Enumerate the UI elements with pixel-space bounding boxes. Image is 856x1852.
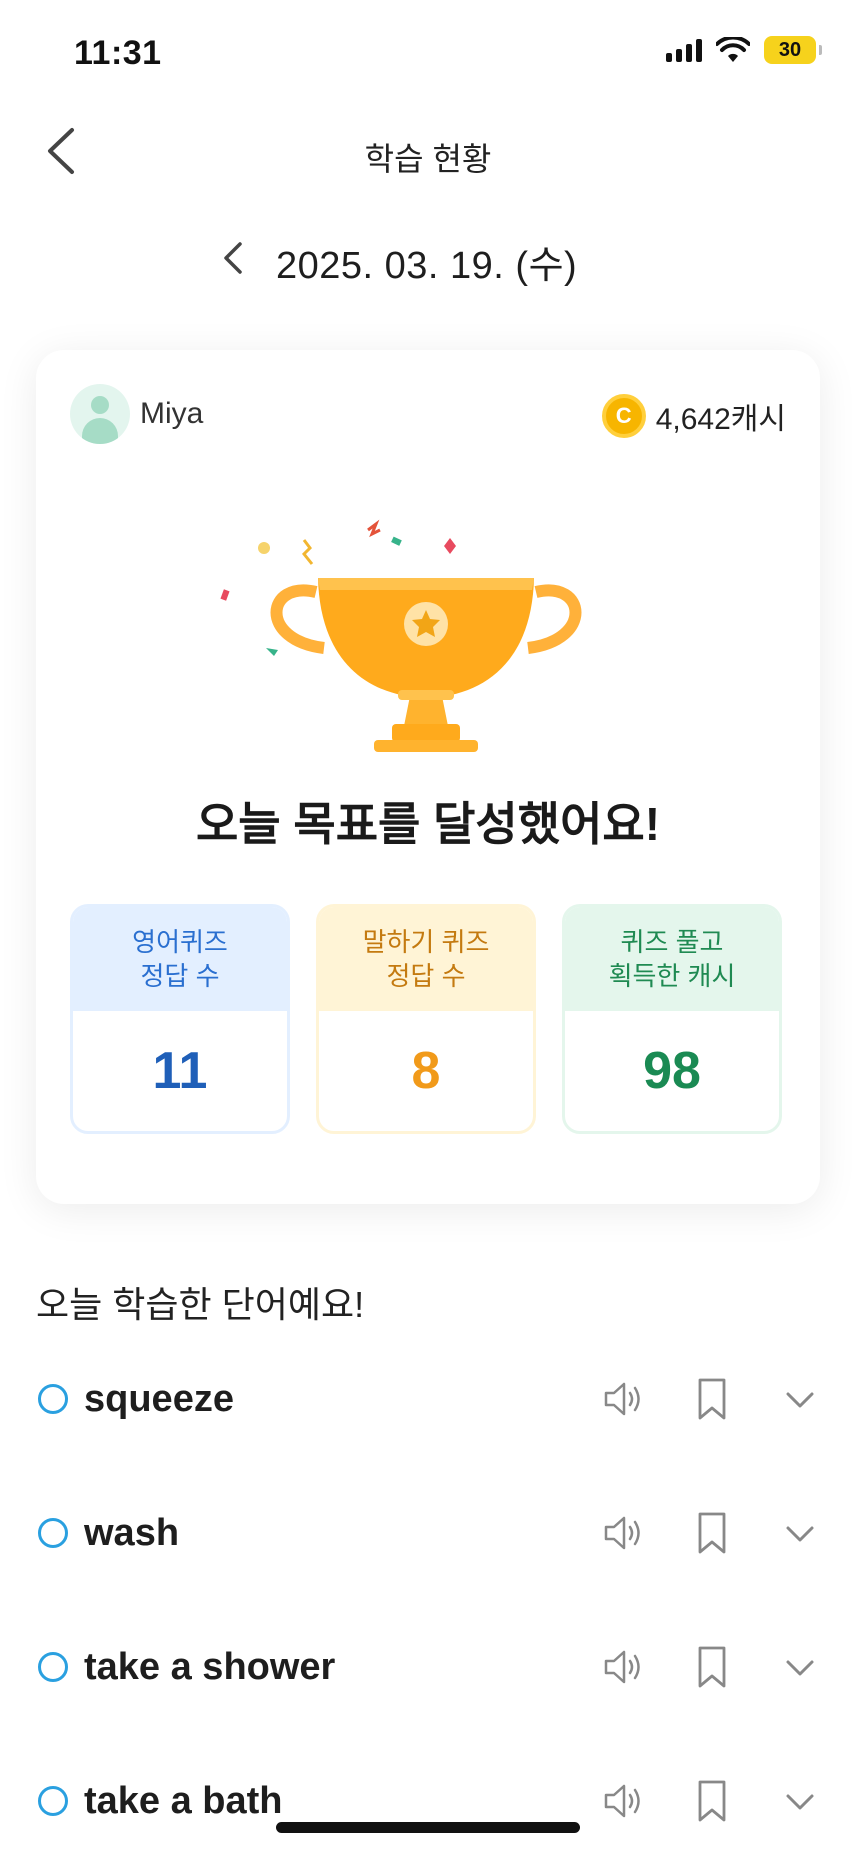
- stat-label: 퀴즈 풀고 획득한 캐시: [565, 907, 779, 1011]
- chevron-down-icon: [786, 1660, 814, 1676]
- bookmark-icon: [698, 1378, 726, 1420]
- bookmark-button[interactable]: [694, 1510, 730, 1558]
- bookmark-button[interactable]: [694, 1644, 730, 1692]
- home-indicator: [276, 1822, 580, 1833]
- previous-date-button[interactable]: [218, 236, 248, 280]
- bookmark-icon: [698, 1646, 726, 1688]
- speaker-icon: [604, 1382, 640, 1416]
- chevron-down-icon: [786, 1526, 814, 1542]
- chevron-down-icon: [786, 1392, 814, 1408]
- wifi-icon: [716, 37, 750, 62]
- bookmark-button[interactable]: [694, 1778, 730, 1826]
- word-item[interactable]: wash: [0, 1494, 856, 1574]
- cash-balance: C 4,642캐시: [601, 394, 786, 438]
- play-sound-button[interactable]: [600, 1510, 646, 1556]
- chevron-left-icon: [224, 242, 242, 274]
- expand-button[interactable]: [782, 1784, 818, 1820]
- words-section-title: 오늘 학습한 단어예요!: [36, 1284, 365, 1325]
- word-check-circle[interactable]: [38, 1786, 68, 1816]
- goal-achieved-headline: 오늘 목표를 달성했어요!: [195, 798, 661, 850]
- word-text: take a bath: [84, 1780, 283, 1822]
- stat-speaking-quiz: 말하기 퀴즈 정답 수 8: [316, 904, 536, 1134]
- avatar: [70, 384, 130, 444]
- speaker-icon: [604, 1650, 640, 1684]
- play-sound-button[interactable]: [600, 1644, 646, 1690]
- current-date: 2025. 03. 19. (수): [276, 245, 578, 287]
- expand-button[interactable]: [782, 1516, 818, 1552]
- page-title: 학습 현황: [364, 141, 492, 177]
- stat-value: 11: [152, 1042, 208, 1100]
- date-selector: 2025. 03. 19. (수): [0, 228, 856, 288]
- user-profile: Miya: [70, 384, 203, 444]
- stat-value: 8: [411, 1042, 441, 1100]
- stat-value: 98: [643, 1042, 701, 1100]
- chevron-down-icon: [786, 1794, 814, 1810]
- status-icons: 30: [666, 36, 822, 64]
- word-check-circle[interactable]: [38, 1652, 68, 1682]
- expand-button[interactable]: [782, 1382, 818, 1418]
- status-bar: 11:31 30: [0, 0, 856, 100]
- coin-icon: C: [601, 394, 646, 438]
- bookmark-button[interactable]: [694, 1376, 730, 1424]
- word-text: wash: [84, 1512, 180, 1554]
- play-sound-button[interactable]: [600, 1778, 646, 1824]
- cash-amount: 4,642캐시: [655, 403, 786, 436]
- trophy-illustration: [36, 500, 820, 760]
- bookmark-icon: [698, 1780, 726, 1822]
- stat-earned-cash: 퀴즈 풀고 획득한 캐시 98: [562, 904, 782, 1134]
- word-item[interactable]: take a shower: [0, 1628, 856, 1708]
- speaker-icon: [604, 1516, 640, 1550]
- word-text: squeeze: [84, 1378, 234, 1420]
- word-check-circle[interactable]: [38, 1518, 68, 1548]
- bookmark-icon: [698, 1512, 726, 1554]
- status-time: 11:31: [74, 34, 162, 72]
- user-name: Miya: [140, 397, 204, 430]
- play-sound-button[interactable]: [600, 1376, 646, 1422]
- word-check-circle[interactable]: [38, 1384, 68, 1414]
- battery-indicator: 30: [764, 36, 822, 64]
- summary-card: Miya C 4,642캐시 오늘 목표를 달성했어요! 영어퀴즈 정답 수 1…: [36, 350, 820, 1204]
- expand-button[interactable]: [782, 1650, 818, 1686]
- stat-english-quiz: 영어퀴즈 정답 수 11: [70, 904, 290, 1134]
- speaker-icon: [604, 1784, 640, 1818]
- word-text: take a shower: [84, 1646, 336, 1688]
- nav-bar: 학습 현황: [0, 100, 856, 200]
- trophy-icon: [220, 519, 582, 752]
- cellular-signal-icon: [666, 38, 702, 62]
- stat-label: 영어퀴즈 정답 수: [73, 907, 287, 1011]
- stat-label: 말하기 퀴즈 정답 수: [319, 907, 533, 1011]
- word-item[interactable]: squeeze: [0, 1360, 856, 1440]
